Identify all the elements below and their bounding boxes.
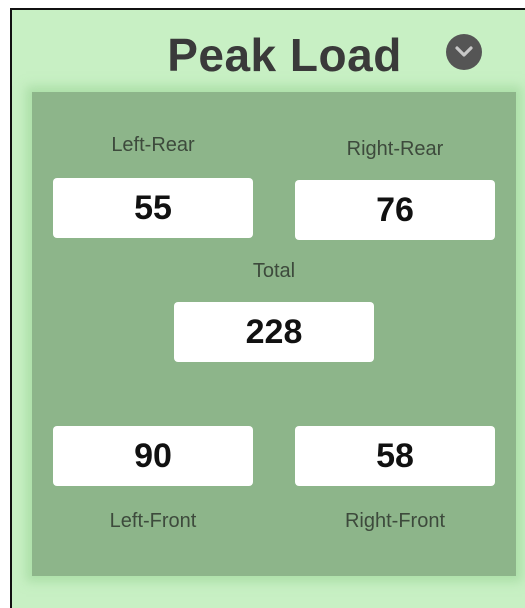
right-rear-label: Right-Rear <box>346 138 444 160</box>
left-rear-value: 55 <box>53 178 253 238</box>
total-value: 228 <box>174 302 374 362</box>
right-front-value: 58 <box>295 426 495 486</box>
peak-load-card: Peak Load Left-Rear 55 Right-Rear 76 Tot… <box>10 8 525 608</box>
load-panel: Left-Rear 55 Right-Rear 76 Total 228 90 … <box>32 92 516 576</box>
right-front-label: Right-Front <box>344 510 446 532</box>
left-front-value: 90 <box>53 426 253 486</box>
left-rear-label: Left-Rear <box>111 134 195 156</box>
total-label: Total <box>252 260 296 282</box>
chevron-down-icon <box>455 46 473 57</box>
dropdown-button[interactable] <box>446 34 482 70</box>
left-front-label: Left-Front <box>109 510 197 532</box>
right-rear-value: 76 <box>295 180 495 240</box>
